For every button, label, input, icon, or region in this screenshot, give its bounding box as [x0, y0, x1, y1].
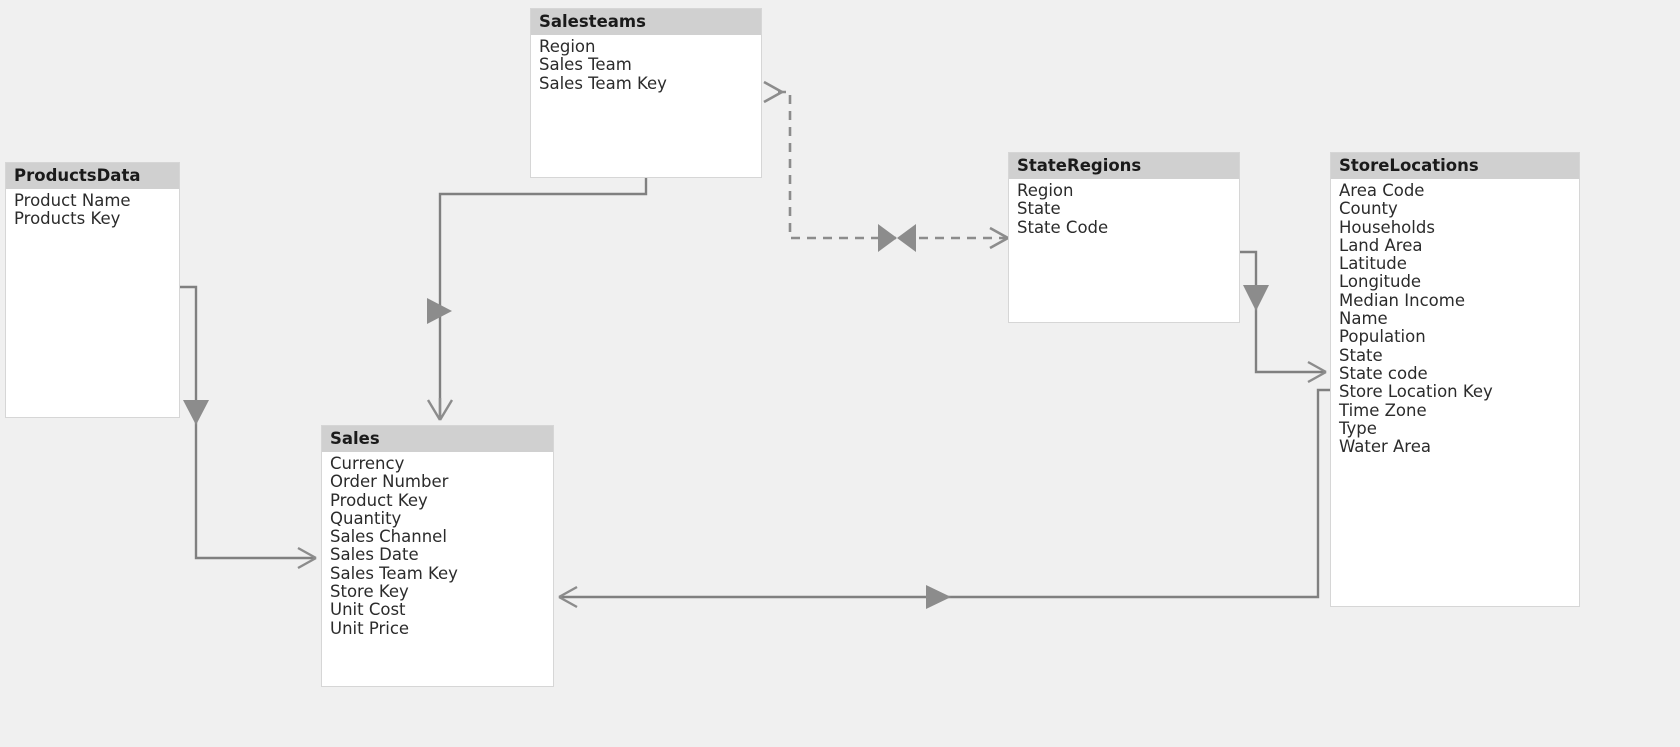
field-item[interactable]: Land Area [1339, 236, 1579, 255]
field-list-sales: Currency Order Number Product Key Quanti… [322, 452, 553, 638]
field-item[interactable]: State [1017, 199, 1239, 218]
field-item[interactable]: Households [1339, 218, 1579, 237]
relationship-stateregions-storelocations[interactable] [1240, 250, 1327, 384]
field-item[interactable]: Currency [330, 454, 553, 473]
field-item[interactable]: Median Income [1339, 291, 1579, 310]
table-card-storelocations[interactable]: StoreLocations Area Code County Househol… [1330, 152, 1580, 607]
field-item[interactable]: Region [1017, 181, 1239, 200]
field-item[interactable]: County [1339, 199, 1579, 218]
field-item[interactable]: Order Number [330, 472, 553, 491]
table-title-productsdata: ProductsData [6, 163, 179, 189]
field-item[interactable]: Time Zone [1339, 401, 1579, 420]
table-title-salesteams: Salesteams [531, 9, 761, 35]
field-item[interactable]: Water Area [1339, 437, 1579, 456]
table-card-productsdata[interactable]: ProductsData Product Name Products Key [5, 162, 180, 418]
field-item[interactable]: Sales Team Key [330, 564, 553, 583]
table-card-stateregions[interactable]: StateRegions Region State State Code [1008, 152, 1240, 323]
field-item[interactable]: Unit Price [330, 619, 553, 638]
field-item[interactable]: Product Name [14, 191, 179, 210]
field-item[interactable]: Type [1339, 419, 1579, 438]
field-item[interactable]: State code [1339, 364, 1579, 383]
relationship-storelocations-sales[interactable] [558, 388, 1330, 609]
field-item[interactable]: Name [1339, 309, 1579, 328]
model-diagram-canvas[interactable]: ProductsData Product Name Products Key S… [0, 0, 1680, 747]
field-list-salesteams: Region Sales Team Sales Team Key [531, 35, 761, 93]
field-list-stateregions: Region State State Code [1009, 179, 1239, 237]
field-item[interactable]: Longitude [1339, 273, 1579, 292]
table-card-sales[interactable]: Sales Currency Order Number Product Key … [321, 425, 554, 687]
field-item[interactable]: Sales Date [330, 546, 553, 565]
field-item[interactable]: Store Location Key [1339, 382, 1579, 401]
field-list-storelocations: Area Code County Households Land Area La… [1331, 179, 1579, 456]
relationship-productsdata-sales[interactable] [180, 285, 317, 570]
field-item[interactable]: Area Code [1339, 181, 1579, 200]
field-item[interactable]: Sales Team Key [539, 74, 761, 93]
field-item[interactable]: Products Key [14, 209, 179, 228]
field-item[interactable]: Sales Channel [330, 527, 553, 546]
field-list-productsdata: Product Name Products Key [6, 189, 179, 229]
field-item[interactable]: Region [539, 37, 761, 56]
relationship-salesteams-sales[interactable] [426, 178, 648, 421]
table-title-storelocations: StoreLocations [1331, 153, 1579, 179]
relationship-stateregions-salesteams[interactable] [763, 80, 1009, 252]
field-item[interactable]: Quantity [330, 509, 553, 528]
field-item[interactable]: State Code [1017, 218, 1239, 237]
table-title-sales: Sales [322, 426, 553, 452]
table-card-salesteams[interactable]: Salesteams Region Sales Team Sales Team … [530, 8, 762, 178]
table-title-stateregions: StateRegions [1009, 153, 1239, 179]
field-item[interactable]: Unit Cost [330, 601, 553, 620]
field-item[interactable]: Population [1339, 328, 1579, 347]
field-item[interactable]: Latitude [1339, 254, 1579, 273]
field-item[interactable]: Sales Team [539, 55, 761, 74]
field-item[interactable]: State [1339, 346, 1579, 365]
field-item[interactable]: Product Key [330, 491, 553, 510]
field-item[interactable]: Store Key [330, 582, 553, 601]
